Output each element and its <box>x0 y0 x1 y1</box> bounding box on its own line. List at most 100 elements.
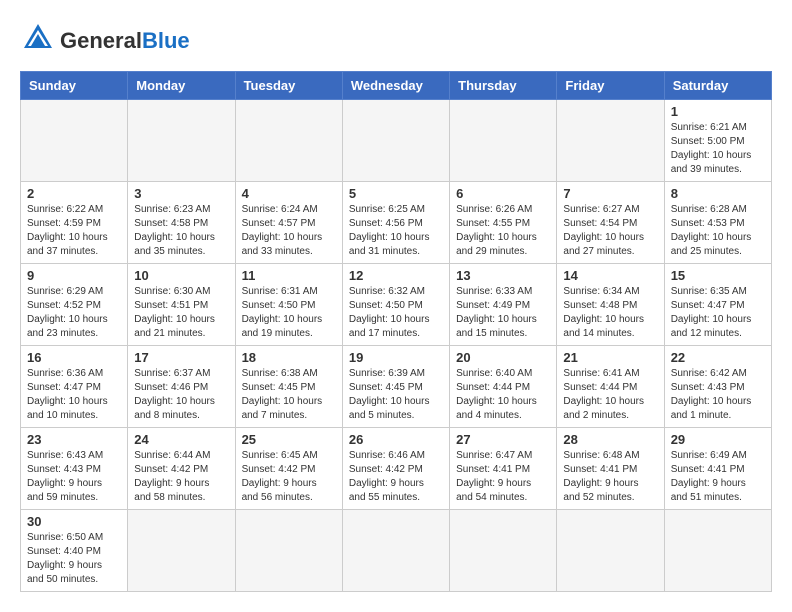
calendar-cell: 6 Sunrise: 6:26 AMSunset: 4:55 PMDaylight… <box>450 182 557 264</box>
logo-text: GeneralBlue <box>60 28 190 54</box>
calendar-cell <box>128 100 235 182</box>
day-number: 28 <box>563 432 657 447</box>
header-day-wednesday: Wednesday <box>342 72 449 100</box>
day-info: Sunrise: 6:50 AMSunset: 4:40 PMDaylight:… <box>27 531 121 587</box>
week-row-2: 2 Sunrise: 6:22 AMSunset: 4:59 PMDaylight… <box>21 182 772 264</box>
calendar-cell: 17 Sunrise: 6:37 AMSunset: 4:46 PMDayligh… <box>128 346 235 428</box>
day-info: Sunrise: 6:47 AMSunset: 4:41 PMDaylight:… <box>456 449 550 505</box>
day-number: 12 <box>349 268 443 283</box>
calendar-cell <box>21 100 128 182</box>
week-row-6: 30 Sunrise: 6:50 AMSunset: 4:40 PMDayligh… <box>21 510 772 592</box>
calendar-cell <box>128 510 235 592</box>
day-info: Sunrise: 6:48 AMSunset: 4:41 PMDaylight:… <box>563 449 657 505</box>
calendar-cell: 4 Sunrise: 6:24 AMSunset: 4:57 PMDaylight… <box>235 182 342 264</box>
calendar-cell: 30 Sunrise: 6:50 AMSunset: 4:40 PMDayligh… <box>21 510 128 592</box>
calendar-cell: 7 Sunrise: 6:27 AMSunset: 4:54 PMDaylight… <box>557 182 664 264</box>
day-info: Sunrise: 6:38 AMSunset: 4:45 PMDaylight:… <box>242 367 336 423</box>
day-info: Sunrise: 6:41 AMSunset: 4:44 PMDaylight:… <box>563 367 657 423</box>
header-day-friday: Friday <box>557 72 664 100</box>
day-number: 30 <box>27 514 121 529</box>
calendar-cell: 9Sunrise: 6:29 AMSunset: 4:52 PMDaylight… <box>21 264 128 346</box>
calendar-cell: 14 Sunrise: 6:34 AMSunset: 4:48 PMDayligh… <box>557 264 664 346</box>
day-number: 14 <box>563 268 657 283</box>
day-info: Sunrise: 6:34 AMSunset: 4:48 PMDaylight:… <box>563 285 657 341</box>
day-number: 20 <box>456 350 550 365</box>
day-number: 21 <box>563 350 657 365</box>
calendar-cell: 21 Sunrise: 6:41 AMSunset: 4:44 PMDayligh… <box>557 346 664 428</box>
calendar-cell: 23Sunrise: 6:43 AMSunset: 4:43 PMDayligh… <box>21 428 128 510</box>
day-info: Sunrise: 6:28 AMSunset: 4:53 PMDaylight:… <box>671 203 765 259</box>
calendar-cell: 10 Sunrise: 6:30 AMSunset: 4:51 PMDayligh… <box>128 264 235 346</box>
header-day-tuesday: Tuesday <box>235 72 342 100</box>
day-number: 3 <box>134 186 228 201</box>
day-info: Sunrise: 6:22 AMSunset: 4:59 PMDaylight:… <box>27 203 121 259</box>
week-row-4: 16Sunrise: 6:36 AMSunset: 4:47 PMDayligh… <box>21 346 772 428</box>
day-info: Sunrise: 6:46 AMSunset: 4:42 PMDaylight:… <box>349 449 443 505</box>
calendar-cell: 15Sunrise: 6:35 AMSunset: 4:47 PMDayligh… <box>664 264 771 346</box>
day-number: 1 <box>671 104 765 119</box>
day-number: 5 <box>349 186 443 201</box>
day-number: 17 <box>134 350 228 365</box>
calendar-table: SundayMondayTuesdayWednesdayThursdayFrid… <box>20 71 772 592</box>
day-info: Sunrise: 6:32 AMSunset: 4:50 PMDaylight:… <box>349 285 443 341</box>
day-info: Sunrise: 6:25 AMSunset: 4:56 PMDaylight:… <box>349 203 443 259</box>
day-number: 13 <box>456 268 550 283</box>
day-info: Sunrise: 6:45 AMSunset: 4:42 PMDaylight:… <box>242 449 336 505</box>
calendar-cell <box>342 510 449 592</box>
calendar-cell: 27 Sunrise: 6:47 AMSunset: 4:41 PMDayligh… <box>450 428 557 510</box>
calendar-cell: 28 Sunrise: 6:48 AMSunset: 4:41 PMDayligh… <box>557 428 664 510</box>
calendar-cell: 11 Sunrise: 6:31 AMSunset: 4:50 PMDayligh… <box>235 264 342 346</box>
logo-area: GeneralBlue <box>20 20 190 61</box>
day-number: 23 <box>27 432 121 447</box>
header-day-sunday: Sunday <box>21 72 128 100</box>
day-info: Sunrise: 6:30 AMSunset: 4:51 PMDaylight:… <box>134 285 228 341</box>
header-day-thursday: Thursday <box>450 72 557 100</box>
calendar-cell: 2 Sunrise: 6:22 AMSunset: 4:59 PMDaylight… <box>21 182 128 264</box>
day-info: Sunrise: 6:29 AMSunset: 4:52 PMDaylight:… <box>27 285 121 341</box>
day-info: Sunrise: 6:26 AMSunset: 4:55 PMDaylight:… <box>456 203 550 259</box>
calendar-cell: 26Sunrise: 6:46 AMSunset: 4:42 PMDayligh… <box>342 428 449 510</box>
day-number: 22 <box>671 350 765 365</box>
day-number: 18 <box>242 350 336 365</box>
calendar-cell <box>557 510 664 592</box>
day-number: 7 <box>563 186 657 201</box>
day-number: 15 <box>671 268 765 283</box>
calendar-cell: 3 Sunrise: 6:23 AMSunset: 4:58 PMDaylight… <box>128 182 235 264</box>
calendar-cell <box>235 100 342 182</box>
calendar-cell <box>557 100 664 182</box>
calendar-cell: 8 Sunrise: 6:28 AMSunset: 4:53 PMDaylight… <box>664 182 771 264</box>
day-number: 4 <box>242 186 336 201</box>
logo-icon <box>20 20 56 61</box>
header-day-monday: Monday <box>128 72 235 100</box>
header-day-saturday: Saturday <box>664 72 771 100</box>
day-info: Sunrise: 6:23 AMSunset: 4:58 PMDaylight:… <box>134 203 228 259</box>
calendar-cell: 22 Sunrise: 6:42 AMSunset: 4:43 PMDayligh… <box>664 346 771 428</box>
day-number: 27 <box>456 432 550 447</box>
calendar-cell <box>342 100 449 182</box>
day-info: Sunrise: 6:24 AMSunset: 4:57 PMDaylight:… <box>242 203 336 259</box>
calendar-cell <box>235 510 342 592</box>
day-number: 6 <box>456 186 550 201</box>
calendar-cell: 1 Sunrise: 6:21 AMSunset: 5:00 PMDaylight… <box>664 100 771 182</box>
day-info: Sunrise: 6:21 AMSunset: 5:00 PMDaylight:… <box>671 121 765 177</box>
day-number: 8 <box>671 186 765 201</box>
day-info: Sunrise: 6:33 AMSunset: 4:49 PMDaylight:… <box>456 285 550 341</box>
calendar-cell: 16Sunrise: 6:36 AMSunset: 4:47 PMDayligh… <box>21 346 128 428</box>
day-number: 16 <box>27 350 121 365</box>
day-info: Sunrise: 6:37 AMSunset: 4:46 PMDaylight:… <box>134 367 228 423</box>
day-info: Sunrise: 6:49 AMSunset: 4:41 PMDaylight:… <box>671 449 765 505</box>
day-info: Sunrise: 6:27 AMSunset: 4:54 PMDaylight:… <box>563 203 657 259</box>
day-number: 11 <box>242 268 336 283</box>
day-info: Sunrise: 6:42 AMSunset: 4:43 PMDaylight:… <box>671 367 765 423</box>
day-number: 19 <box>349 350 443 365</box>
calendar-cell: 24Sunrise: 6:44 AMSunset: 4:42 PMDayligh… <box>128 428 235 510</box>
calendar-cell: 13 Sunrise: 6:33 AMSunset: 4:49 PMDayligh… <box>450 264 557 346</box>
day-info: Sunrise: 6:40 AMSunset: 4:44 PMDaylight:… <box>456 367 550 423</box>
day-number: 25 <box>242 432 336 447</box>
day-info: Sunrise: 6:44 AMSunset: 4:42 PMDaylight:… <box>134 449 228 505</box>
calendar-cell <box>450 100 557 182</box>
day-number: 2 <box>27 186 121 201</box>
calendar-cell: 25 Sunrise: 6:45 AMSunset: 4:42 PMDayligh… <box>235 428 342 510</box>
day-info: Sunrise: 6:31 AMSunset: 4:50 PMDaylight:… <box>242 285 336 341</box>
day-number: 10 <box>134 268 228 283</box>
